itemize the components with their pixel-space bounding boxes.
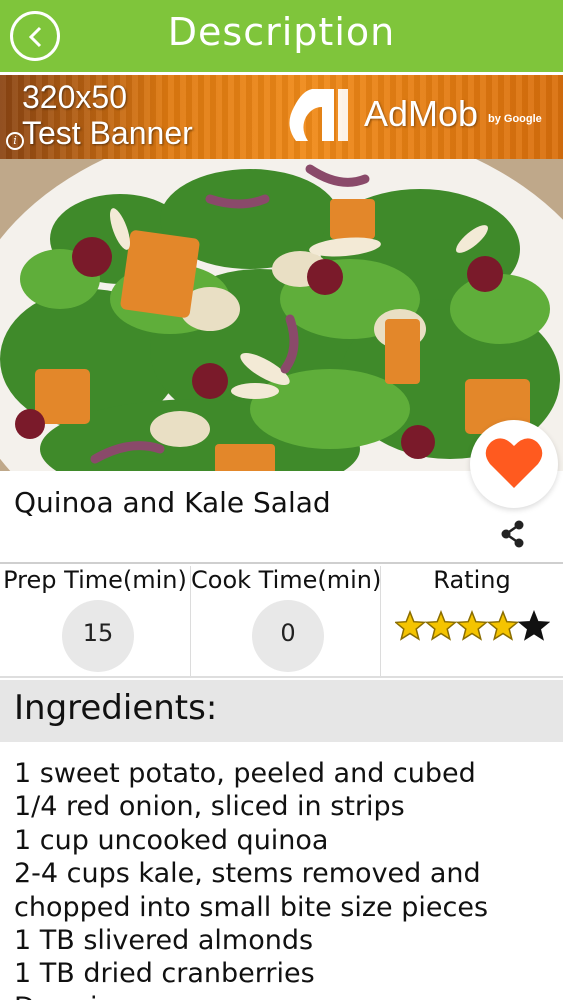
- divider: [0, 562, 563, 564]
- rating-stars: [395, 610, 550, 641]
- ad-brand-label: AdMob: [364, 93, 479, 134]
- rating-label: Rating: [433, 566, 511, 594]
- star-empty-icon: [517, 610, 550, 641]
- ingredient-item: 1/4 red onion, sliced in strips: [14, 791, 405, 823]
- star-filled-icon: [424, 610, 458, 641]
- admob-logo-icon: [289, 89, 348, 141]
- prep-time-column: Prep Time(min) 15: [0, 566, 190, 676]
- heart-icon: [485, 438, 543, 488]
- ingredient-item: 1 cup uncooked quinoa: [14, 824, 329, 856]
- ad-test-label: Test Banner: [22, 115, 193, 151]
- ingredient-item: Dressing:: [14, 991, 554, 1000]
- rating-column: Rating: [380, 566, 563, 676]
- prep-time-value: 15: [62, 600, 134, 672]
- star-filled-icon: [486, 610, 520, 641]
- ingredient-item: 2-4 cups kale, stems removed and: [14, 858, 481, 890]
- recipe-image: [0, 159, 563, 471]
- ad-brand-by-label: by Google: [488, 113, 542, 125]
- ingredient-item: 1 TB slivered almonds: [14, 925, 314, 957]
- ingredients-list: 1 sweet potato, peeled and cubed 1/4 red…: [14, 757, 554, 1000]
- star-filled-icon: [395, 610, 427, 641]
- ad-size-label: 320x50: [22, 79, 127, 115]
- cook-time-value: 0: [252, 600, 324, 672]
- top-bar: Description: [0, 0, 563, 72]
- info-icon[interactable]: i: [6, 132, 24, 150]
- recipe-title: Quinoa and Kale Salad: [14, 486, 331, 519]
- salad-illustration: [0, 159, 563, 471]
- ingredient-item: chopped into small bite size pieces: [14, 891, 489, 923]
- divider: [0, 676, 563, 678]
- ad-banner[interactable]: 320x50 Test Banner AdMob by Google: [0, 75, 563, 159]
- ingredient-item: 1 TB dried cranberries: [14, 958, 315, 990]
- prep-time-label: Prep Time(min): [3, 566, 187, 594]
- ingredients-heading: Ingredients:: [14, 688, 218, 728]
- star-filled-icon: [455, 610, 489, 641]
- ingredient-item: 1 sweet potato, peeled and cubed: [14, 758, 476, 789]
- share-icon[interactable]: [500, 520, 526, 548]
- cook-time-column: Cook Time(min) 0: [190, 566, 382, 676]
- cook-time-label: Cook Time(min): [191, 566, 382, 594]
- ingredients-header: Ingredients:: [0, 680, 563, 742]
- page-title: Description: [167, 10, 396, 54]
- favorite-button[interactable]: [470, 420, 558, 508]
